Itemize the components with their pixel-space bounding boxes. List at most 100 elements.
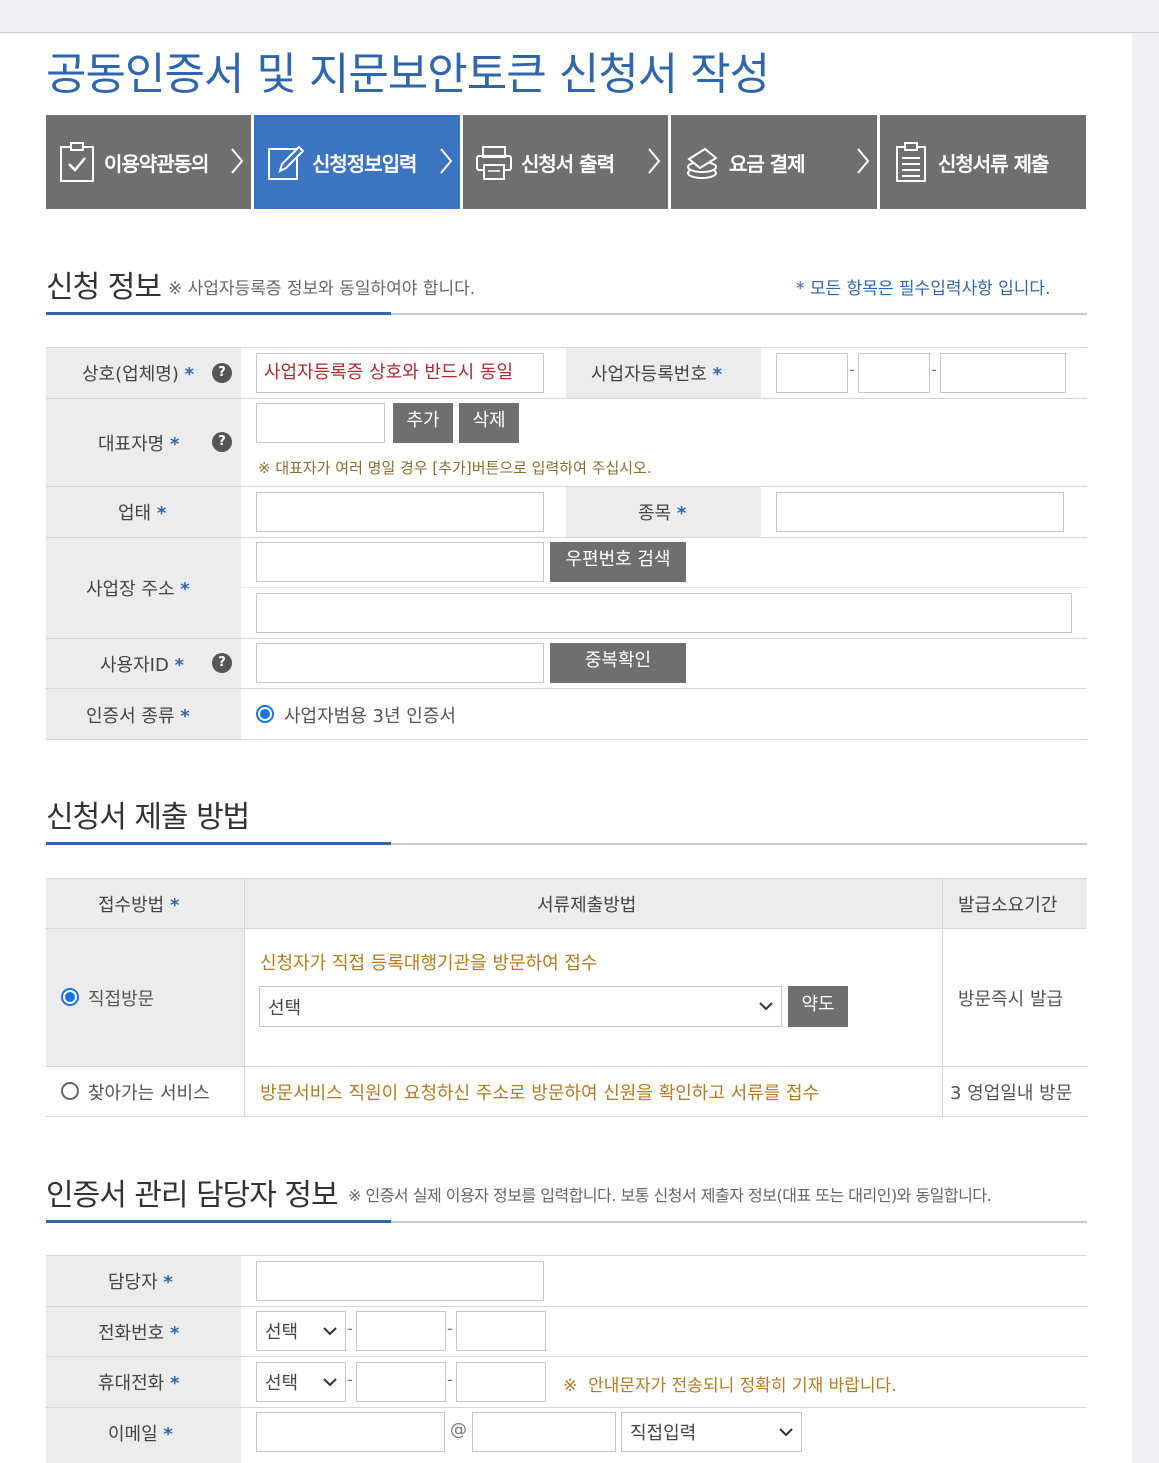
divider (46, 398, 1087, 399)
phone-area-select[interactable]: 선택 (256, 1311, 346, 1351)
certtype-label: 인증서 종류 * (86, 702, 190, 728)
hint-text: 안내문자가 전송되니 정확히 기재 바랍니다. (588, 1376, 897, 1396)
label-text: 인증서 종류 (86, 706, 175, 727)
phone-input-3[interactable] (456, 1311, 546, 1351)
email-domain-input[interactable] (472, 1412, 616, 1452)
mobile-prefix-select[interactable]: 선택 (256, 1362, 346, 1402)
agency-select[interactable]: 선택 (259, 986, 782, 1027)
step-label: 이용약관동의 (104, 151, 209, 176)
divider (46, 739, 1087, 740)
bizno-label: 사업자등록번호 * (591, 360, 722, 386)
label-text: 휴대전화 (98, 1373, 165, 1394)
label-text: 전화번호 (98, 1323, 165, 1344)
divider (46, 688, 1087, 689)
mobile-input-3[interactable] (456, 1362, 546, 1402)
zipcode-input[interactable] (256, 542, 544, 582)
phone-label: 전화번호 * (98, 1319, 179, 1345)
step-label: 신청정보입력 (312, 151, 417, 176)
at-sign: @ (450, 1420, 467, 1440)
visit-service-period: 3 영업일내 방문 (950, 1083, 1073, 1104)
hint-mark: ※ (563, 1376, 578, 1396)
email-id-input[interactable] (256, 1412, 445, 1452)
zipcode-search-button[interactable]: 우편번호 검색 (550, 542, 686, 582)
step-print[interactable]: 신청서 출력 (463, 115, 668, 209)
step-terms[interactable]: 이용약관동의 (46, 115, 251, 209)
label-text: 대표자명 (98, 434, 165, 455)
phone-area-value: 선택 (265, 1322, 299, 1343)
divider (942, 879, 943, 1116)
label-text: 사업장 주소 (86, 579, 175, 600)
visit-service-radio[interactable] (61, 1082, 79, 1100)
dash: - (347, 1319, 353, 1338)
delete-ceo-button[interactable]: 삭제 (459, 403, 519, 443)
email-domain-select[interactable]: 직접입력 (621, 1412, 802, 1452)
bizno-input-2[interactable] (858, 353, 930, 393)
required-star: * (184, 364, 195, 385)
printer-icon (476, 146, 512, 180)
required-star: * (169, 434, 180, 455)
step-payment[interactable]: 요금 결제 (671, 115, 877, 209)
divider (244, 879, 245, 1116)
step-input[interactable]: 신청정보입력 (254, 115, 460, 209)
manager-name-label: 담당자 * (108, 1268, 173, 1294)
header-text: 접수방법 (98, 895, 165, 916)
ceo-name-input[interactable] (256, 403, 385, 443)
note-mark: ※ (168, 279, 183, 299)
required-note: * 모든 항목은 필수입력사항 입니다. (796, 279, 1051, 299)
ceo-label: 대표자명 * (98, 430, 179, 456)
userid-input[interactable] (256, 643, 544, 683)
bizno-input-1[interactable] (776, 353, 848, 393)
help-icon[interactable]: ? (212, 432, 232, 452)
mobile-label: 휴대전화 * (98, 1369, 179, 1395)
label-column (46, 348, 241, 740)
pencil-edit-icon (268, 145, 304, 180)
dash: - (347, 1370, 353, 1389)
required-star: * (169, 895, 180, 916)
help-icon[interactable]: ? (212, 653, 232, 673)
address-label: 사업장 주소 * (86, 575, 190, 601)
scrollbar-track[interactable] (1132, 34, 1159, 1463)
company-name-input[interactable]: 사업자등록증 상호와 반드시 동일 (256, 353, 544, 393)
section-title-submit-method: 신청서 제출 방법 (46, 800, 250, 835)
chevron-right-icon (231, 148, 244, 174)
address-detail-input[interactable] (256, 593, 1072, 633)
dash: - (931, 360, 937, 379)
mobile-prefix-value: 선택 (265, 1373, 299, 1394)
divider (46, 1407, 1087, 1408)
label-text: 업태 (118, 503, 152, 524)
header-issue-period: 발급소요기간 (958, 895, 1058, 916)
chevron-down-icon (323, 1326, 337, 1335)
visit-service-desc: 방문서비스 직원이 요청하신 주소로 방문하여 신원을 확인하고 서류를 접수 (260, 1083, 820, 1104)
direct-visit-desc: 신청자가 직접 등록대행기관을 방문하여 접수 (260, 953, 598, 974)
required-star: * (712, 364, 723, 385)
label-text: 사용자ID (100, 655, 169, 676)
required-star: * (169, 1373, 180, 1394)
page-title: 공동인증서 및 지문보안토큰 신청서 작성 (46, 49, 770, 100)
help-icon[interactable]: ? (212, 363, 232, 383)
step-label: 요금 결제 (729, 151, 806, 176)
add-ceo-button[interactable]: 추가 (393, 403, 453, 443)
bizno-input-3[interactable] (940, 353, 1066, 393)
email-label: 이메일 * (108, 1420, 173, 1446)
header-receipt-method: 접수방법 * (98, 891, 179, 917)
label-text: 사업자등록번호 (591, 364, 707, 385)
divider (46, 1356, 1087, 1357)
map-button[interactable]: 약도 (788, 986, 848, 1027)
mobile-input-2[interactable] (356, 1362, 446, 1402)
required-star: * (676, 503, 687, 524)
document-list-icon (896, 142, 926, 182)
userid-label: 사용자ID * (100, 651, 184, 677)
divider (46, 1116, 1087, 1117)
dash: - (447, 1319, 453, 1338)
step-submit[interactable]: 신청서류 제출 (880, 115, 1086, 209)
manager-name-input[interactable] (256, 1261, 544, 1301)
duplicate-check-button[interactable]: 중복확인 (550, 643, 686, 683)
bizitem-label: 종목 * (638, 499, 686, 525)
certtype-radio[interactable] (256, 705, 274, 723)
phone-input-2[interactable] (356, 1311, 446, 1351)
email-domain-value: 직접입력 (630, 1423, 697, 1444)
biztype-input[interactable] (256, 492, 544, 532)
bizitem-input[interactable] (776, 492, 1064, 532)
step-label: 신청서류 제출 (938, 151, 1049, 176)
direct-visit-radio[interactable] (61, 988, 79, 1006)
